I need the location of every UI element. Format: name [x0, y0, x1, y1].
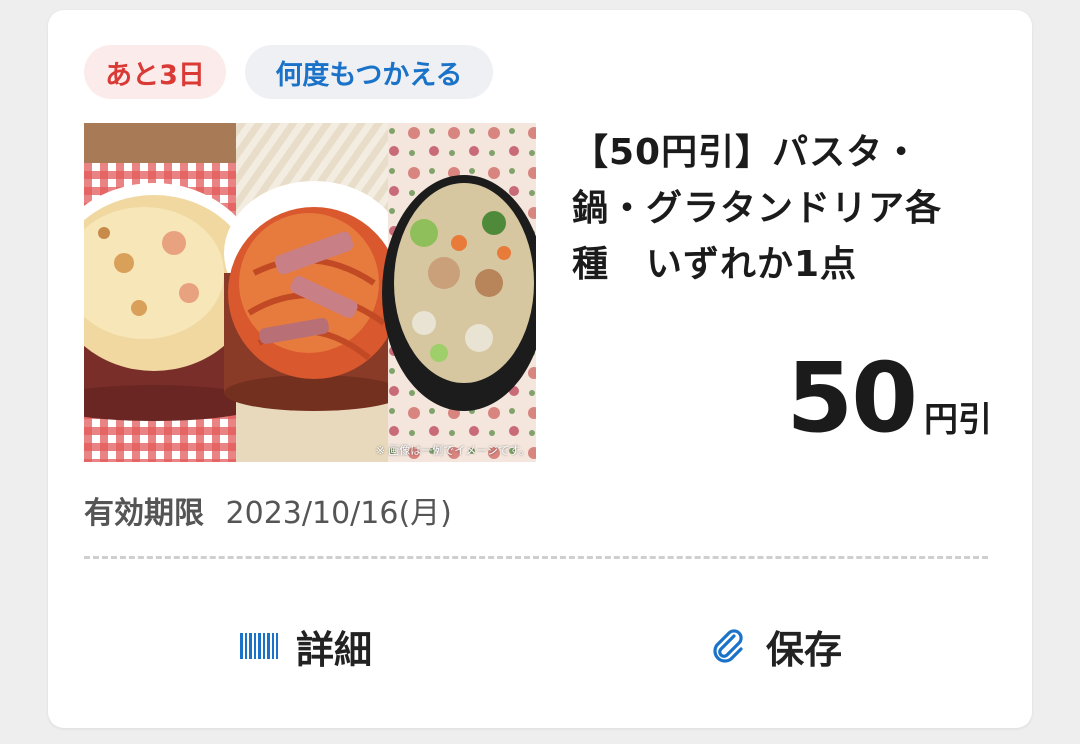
- expiry-row: 有効期限 2023/10/16(月): [84, 488, 452, 532]
- product-image: ※ 画像は一例でイメージです。: [84, 123, 536, 462]
- coupon-card[interactable]: あと3日 何度もつかえる ※ 画像は一例でイメージです。 【50円引】パスタ・ …: [48, 10, 1032, 728]
- food-collage-illustration: [84, 123, 536, 462]
- coupon-title: 【50円引】パスタ・ 鍋・グラタンドリア各 種 いずれか1点: [572, 132, 943, 285]
- details-button[interactable]: 詳細: [240, 615, 372, 677]
- reusable-badge: 何度もつかえる: [245, 45, 493, 99]
- days-left-text: あと3日: [105, 59, 205, 91]
- discount-value: 50 円引: [786, 350, 992, 446]
- details-button-label: 詳細: [296, 627, 373, 672]
- expiry-date: 2023/10/16(月): [225, 496, 452, 531]
- save-button-label: 保存: [766, 627, 843, 672]
- expiry-label: 有効期限: [84, 496, 204, 531]
- image-disclaimer: ※ 画像は一例でイメージです。: [375, 444, 530, 457]
- barcode-icon: [240, 633, 278, 659]
- paperclip-icon: [708, 626, 748, 666]
- discount-unit: 円引: [924, 400, 992, 440]
- dashed-divider: [84, 556, 988, 559]
- discount-amount: 50: [786, 342, 918, 454]
- save-button[interactable]: 保存: [708, 615, 842, 677]
- days-left-badge: あと3日: [84, 45, 226, 99]
- reusable-text: 何度もつかえる: [275, 59, 463, 91]
